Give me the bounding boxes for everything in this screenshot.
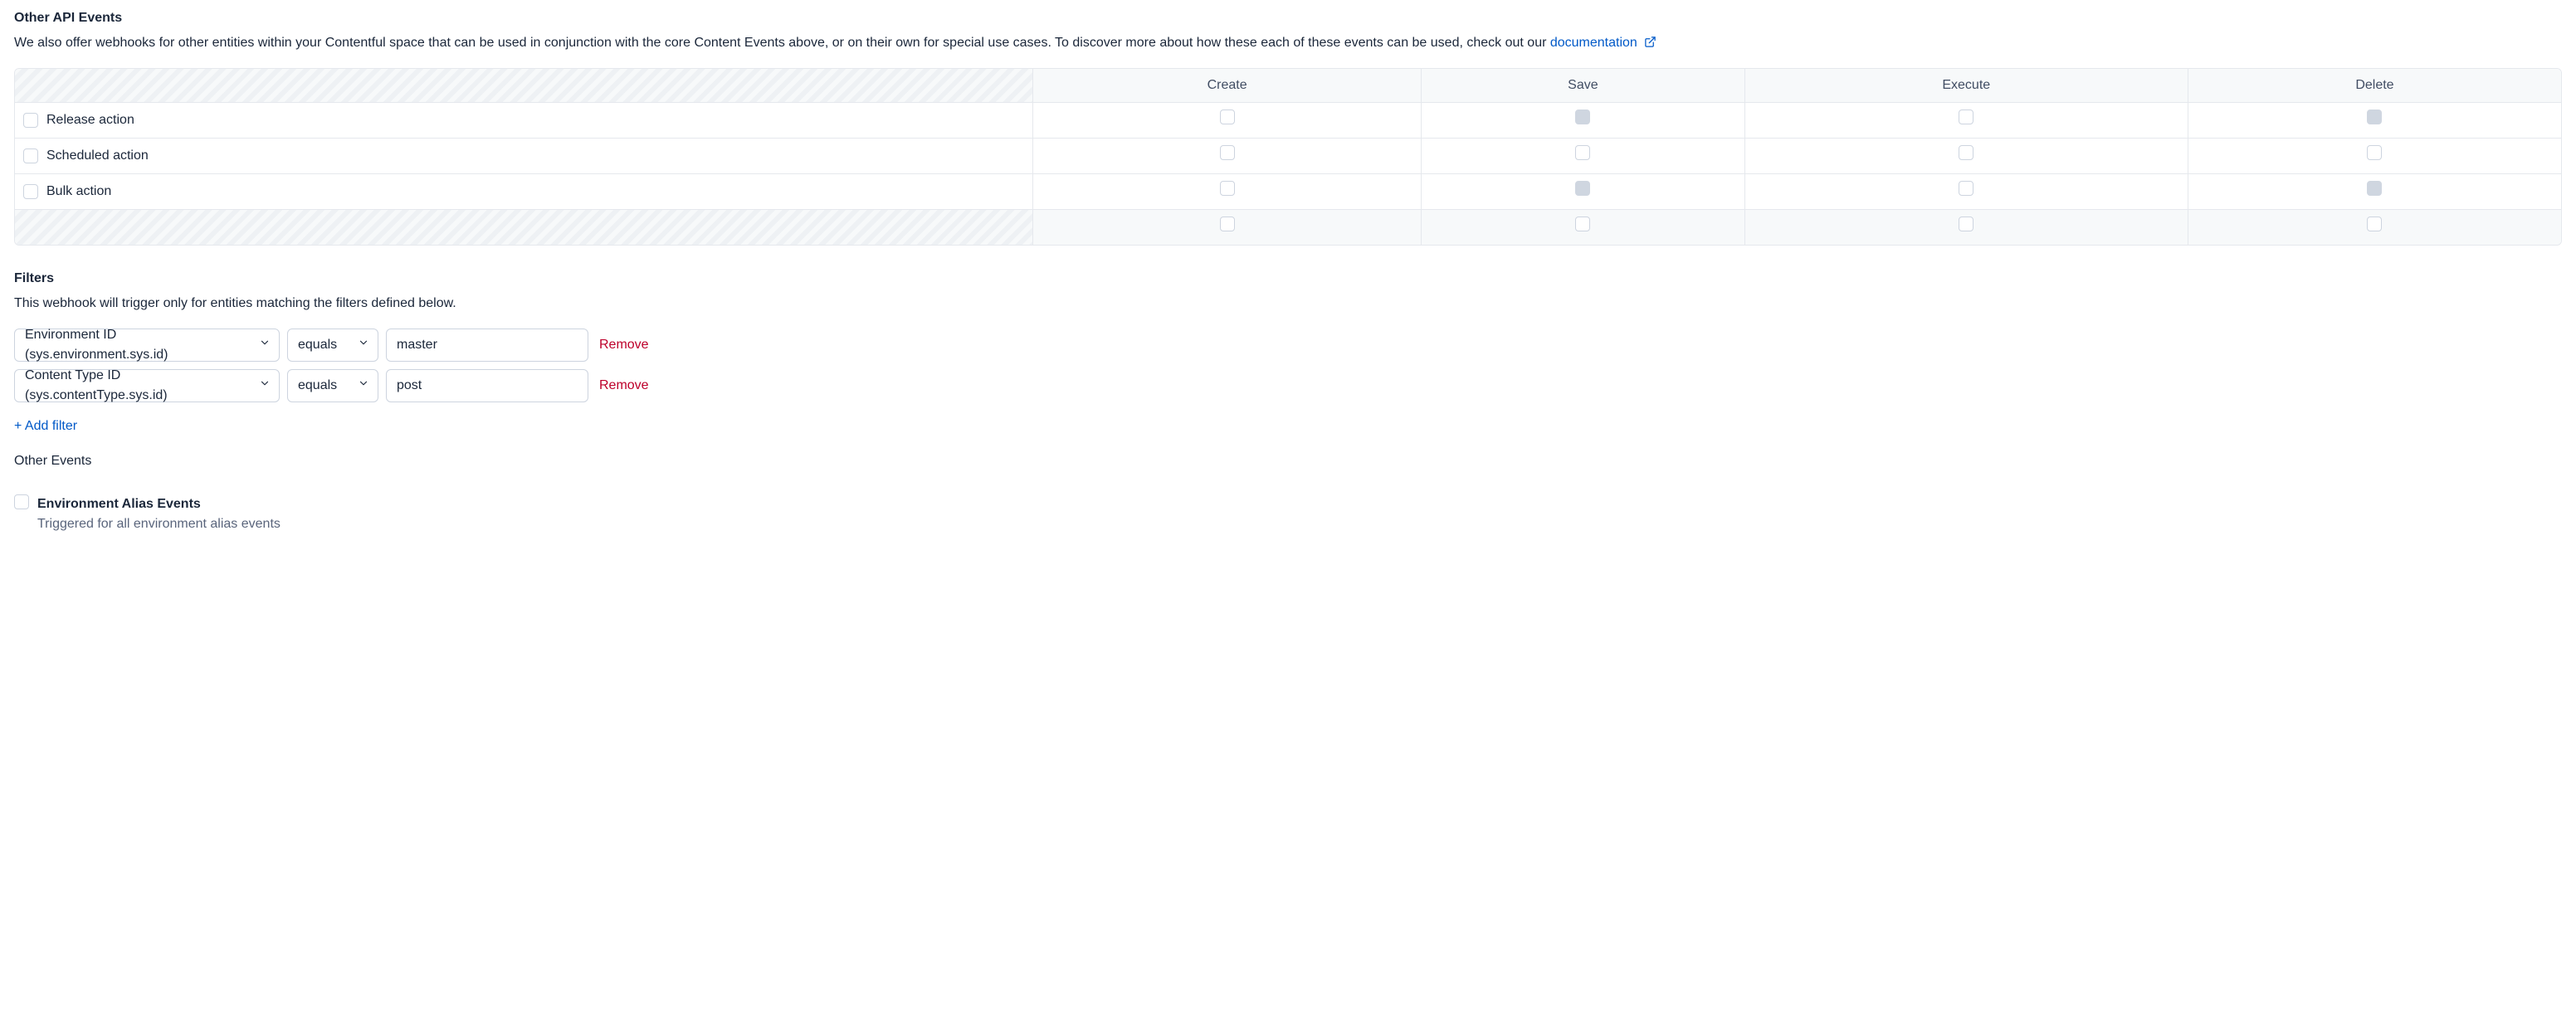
table-cell: [2188, 139, 2561, 174]
table-row-label: Scheduled action: [15, 139, 1033, 174]
event-checkbox[interactable]: [1220, 145, 1235, 160]
event-checkbox[interactable]: [1959, 145, 1973, 160]
row-select-checkbox[interactable]: [23, 113, 38, 128]
chevron-down-icon: [358, 335, 369, 355]
table-corner-cell: [15, 69, 1033, 103]
row-select-checkbox[interactable]: [23, 184, 38, 199]
event-checkbox[interactable]: [1220, 110, 1235, 124]
filter-row: Content Type ID (sys.contentType.sys.id)…: [14, 369, 2562, 402]
row-label-text: Release action: [46, 110, 134, 130]
filter-row: Environment ID (sys.environment.sys.id) e…: [14, 329, 2562, 362]
table-row-label: Release action: [15, 103, 1033, 139]
other-api-events-description: We also offer webhooks for other entitie…: [14, 33, 2562, 55]
api-events-table: Create Save Execute Delete Release actio…: [14, 68, 2562, 246]
row-label-text: Scheduled action: [46, 146, 149, 166]
remove-filter-button[interactable]: Remove: [599, 376, 649, 396]
documentation-link[interactable]: documentation: [1550, 36, 1656, 50]
filter-field-select[interactable]: Content Type ID (sys.contentType.sys.id): [14, 369, 280, 402]
event-checkbox[interactable]: [1959, 181, 1973, 196]
table-cell: [1745, 139, 2188, 174]
event-checkbox: [1575, 110, 1590, 124]
table-cell: [1422, 139, 1745, 174]
column-header-save: Save: [1422, 69, 1745, 103]
remove-filter-button[interactable]: Remove: [599, 335, 649, 355]
column-header-execute: Execute: [1745, 69, 2188, 103]
filter-operator-select[interactable]: equals: [287, 369, 378, 402]
filter-operator-text: equals: [298, 376, 337, 396]
table-cell: [1422, 174, 1745, 210]
row-label-text: Bulk action: [46, 182, 111, 202]
add-filter-button[interactable]: + Add filter: [14, 416, 77, 436]
filter-value-input[interactable]: [386, 369, 588, 402]
filter-value-input[interactable]: [386, 329, 588, 362]
filter-field-text: Environment ID (sys.environment.sys.id): [25, 325, 249, 365]
column-header-delete: Delete: [2188, 69, 2561, 103]
chevron-down-icon: [358, 376, 369, 396]
table-cell: [1745, 103, 2188, 139]
column-select-checkbox[interactable]: [1959, 217, 1973, 231]
environment-alias-title: Environment Alias Events: [37, 494, 281, 514]
event-checkbox: [1575, 181, 1590, 196]
table-cell: [1033, 139, 1422, 174]
table-cell: [1033, 174, 1422, 210]
table-footer-cell: [2188, 210, 2561, 245]
filter-operator-text: equals: [298, 335, 337, 355]
row-select-checkbox[interactable]: [23, 148, 38, 163]
chevron-down-icon: [259, 335, 271, 355]
event-checkbox: [2367, 110, 2382, 124]
environment-alias-checkbox[interactable]: [14, 494, 29, 509]
environment-alias-description: Triggered for all environment alias even…: [37, 514, 281, 534]
event-checkbox[interactable]: [2367, 145, 2382, 160]
table-footer-cell: [1422, 210, 1745, 245]
event-checkbox[interactable]: [1575, 145, 1590, 160]
event-checkbox: [2367, 181, 2382, 196]
column-select-checkbox[interactable]: [2367, 217, 2382, 231]
documentation-link-text: documentation: [1550, 36, 1637, 50]
column-header-create: Create: [1033, 69, 1422, 103]
other-api-events-heading: Other API Events: [14, 8, 2562, 28]
filter-field-text: Content Type ID (sys.contentType.sys.id): [25, 366, 249, 406]
filters-description: This webhook will trigger only for entit…: [14, 294, 2562, 314]
column-select-checkbox[interactable]: [1575, 217, 1590, 231]
filters-heading: Filters: [14, 269, 2562, 289]
filter-field-select[interactable]: Environment ID (sys.environment.sys.id): [14, 329, 280, 362]
chevron-down-icon: [259, 376, 271, 396]
table-row-label: Bulk action: [15, 174, 1033, 210]
description-text: We also offer webhooks for other entitie…: [14, 36, 1550, 50]
event-checkbox[interactable]: [1959, 110, 1973, 124]
external-link-icon: [1644, 35, 1656, 55]
table-footer-label: [15, 210, 1033, 245]
column-select-checkbox[interactable]: [1220, 217, 1235, 231]
table-footer-cell: [1033, 210, 1422, 245]
table-cell: [2188, 174, 2561, 210]
table-cell: [1422, 103, 1745, 139]
table-cell: [2188, 103, 2561, 139]
filter-operator-select[interactable]: equals: [287, 329, 378, 362]
table-cell: [1745, 174, 2188, 210]
event-checkbox[interactable]: [1220, 181, 1235, 196]
table-footer-cell: [1745, 210, 2188, 245]
other-events-heading: Other Events: [14, 451, 2562, 471]
table-cell: [1033, 103, 1422, 139]
